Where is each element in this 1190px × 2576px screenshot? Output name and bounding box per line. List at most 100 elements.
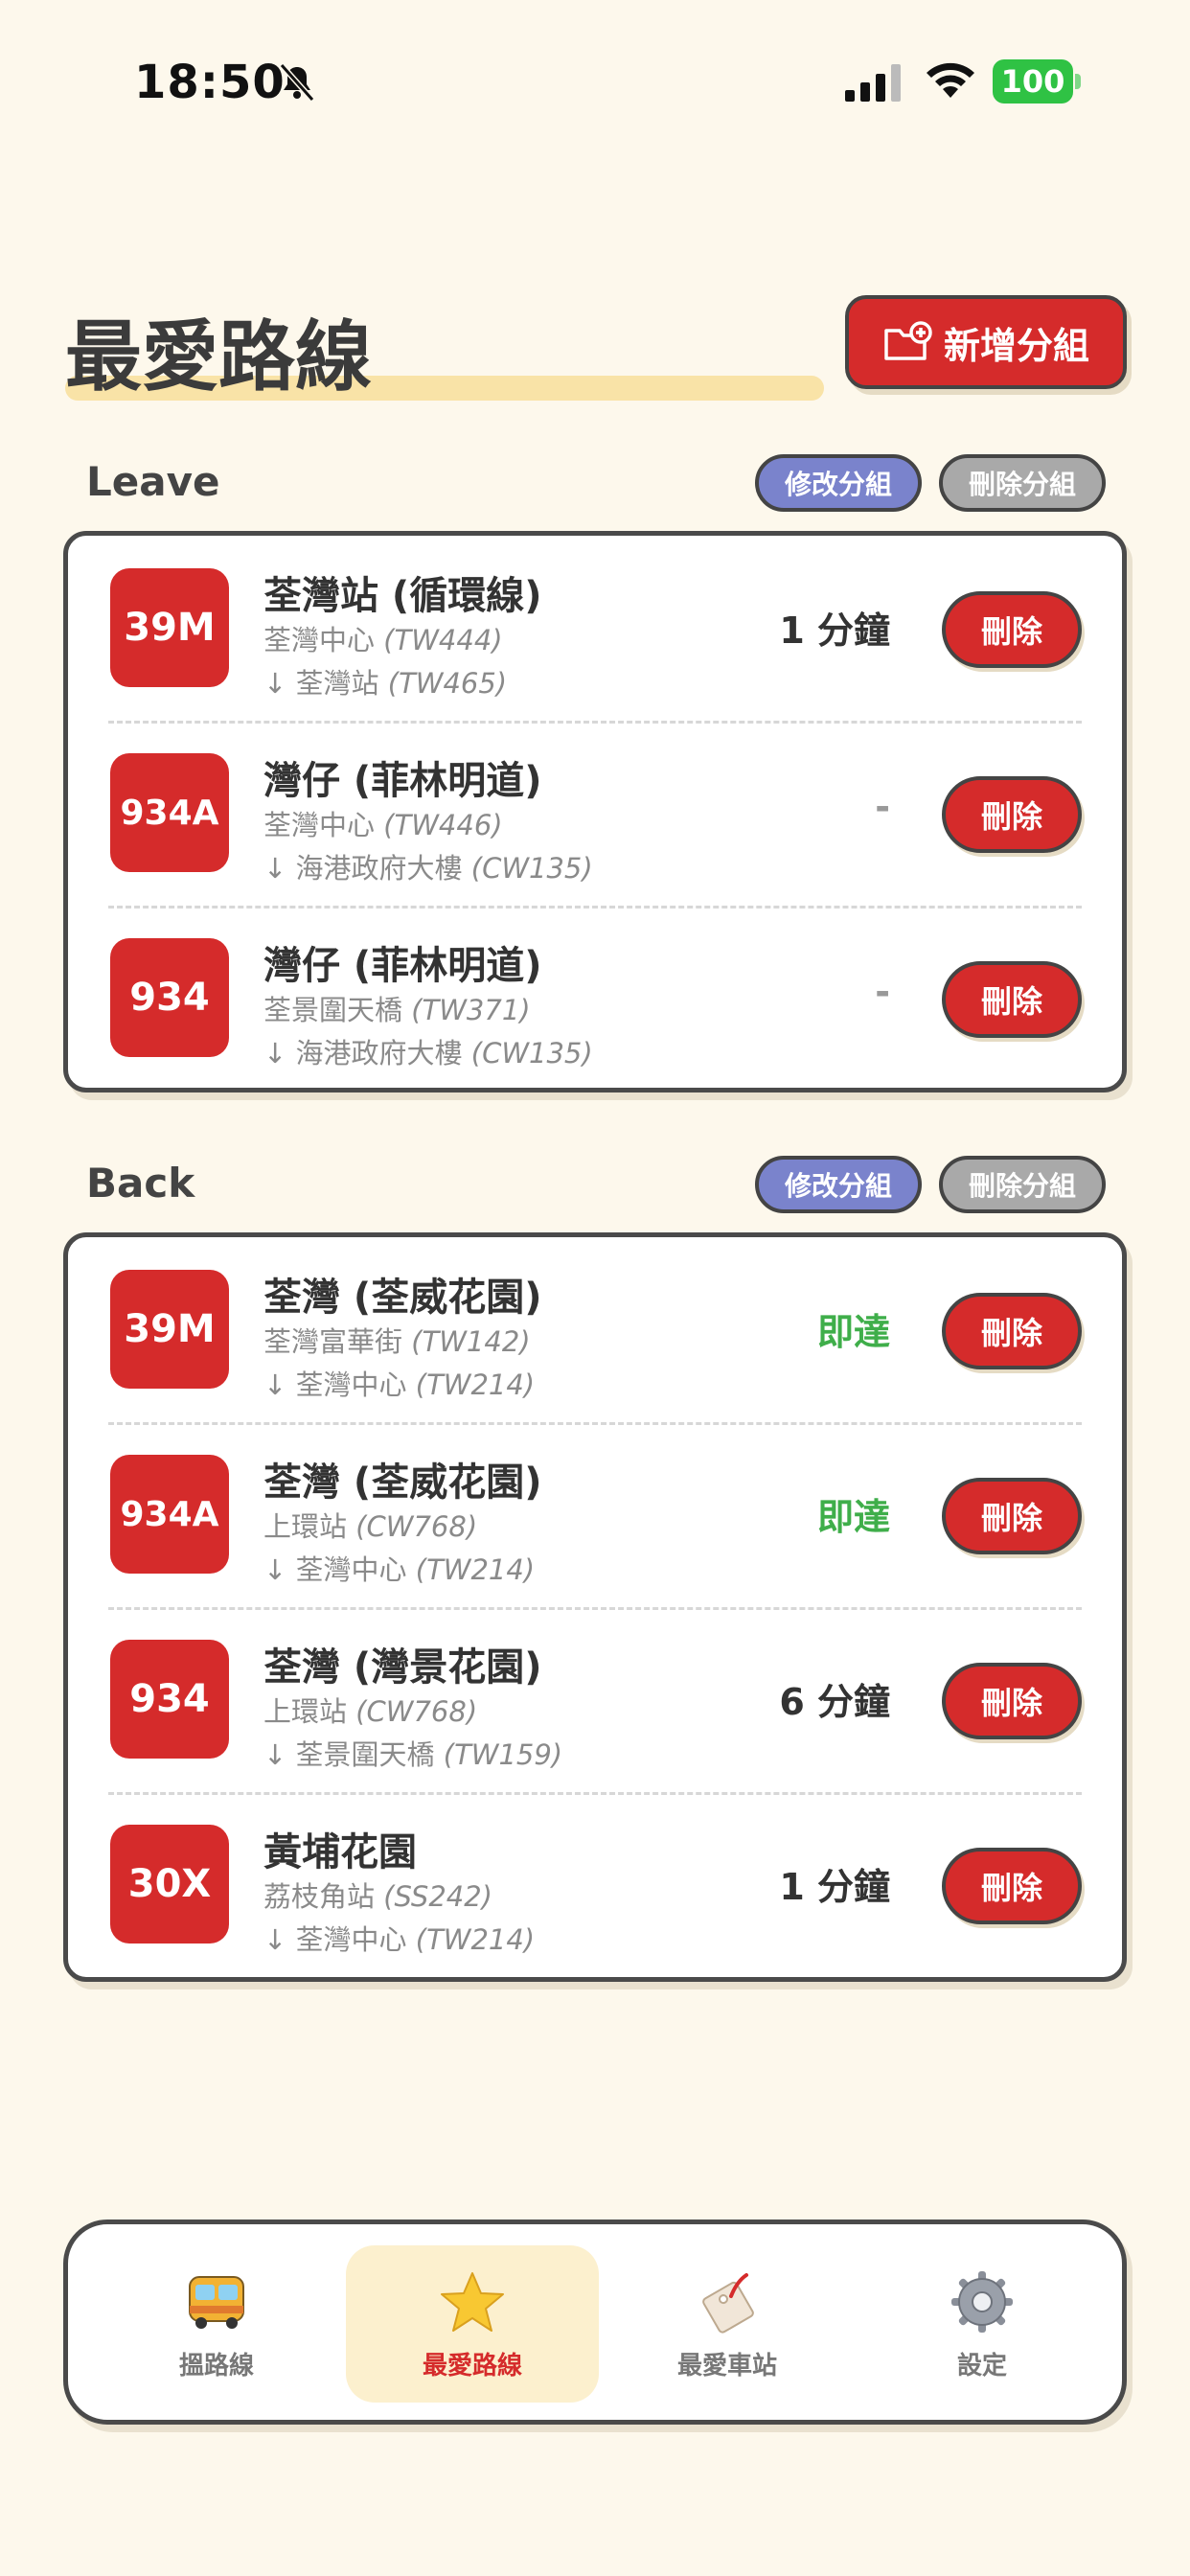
edit-group-button[interactable]: 修改分組 bbox=[755, 454, 922, 512]
tab-label: 設定 bbox=[956, 2351, 1007, 2380]
favorite-routes-screen: 18:50 100 最愛路線 新增分組 Leave 修改分組 刪除分組 39M … bbox=[0, 0, 1190, 2576]
destination-stop-name: ↓ 荃景圍天橋 bbox=[263, 1738, 435, 1771]
delete-route-button[interactable]: 刪除 bbox=[942, 776, 1082, 853]
origin-stop: 上環站 (CW768) bbox=[263, 1690, 477, 1730]
group-header-back: Back 修改分組 刪除分組 bbox=[0, 1156, 1190, 1213]
bottom-tab-bar: 搵路線 最愛路線 最愛車站 設定 bbox=[63, 2220, 1127, 2425]
gear-icon bbox=[951, 2270, 1013, 2333]
destination-stop-code: (TW214) bbox=[415, 1553, 536, 1586]
origin-stop-code: (TW371) bbox=[411, 994, 531, 1026]
route-destination: 灣仔 (菲林明道) bbox=[263, 759, 542, 803]
destination-stop: ↓ 海港政府大樓 (CW135) bbox=[263, 1031, 593, 1071]
eta-label: 即達 bbox=[816, 1496, 890, 1538]
delete-route-button[interactable]: 刪除 bbox=[942, 1293, 1082, 1369]
origin-stop-name: 上環站 bbox=[263, 1510, 348, 1543]
destination-stop-name: ↓ 荃灣中心 bbox=[263, 1923, 407, 1956]
origin-stop-name: 荃灣中心 bbox=[263, 624, 376, 656]
status-time: 18:50 bbox=[134, 56, 286, 109]
destination-stop-code: (CW135) bbox=[470, 852, 593, 885]
destination-stop: ↓ 荃灣中心 (TW214) bbox=[263, 1918, 535, 1958]
delete-route-button[interactable]: 刪除 bbox=[942, 1663, 1082, 1739]
star-icon bbox=[441, 2271, 504, 2332]
route-row[interactable]: 934 灣仔 (菲林明道) 荃景圍天橋 (TW371) ↓ 海港政府大樓 (CW… bbox=[68, 906, 1122, 1091]
destination-stop-name: ↓ 荃灣站 bbox=[263, 667, 379, 700]
route-number-badge: 30X bbox=[110, 1825, 229, 1944]
battery-indicator: 100 bbox=[993, 59, 1081, 104]
route-row[interactable]: 30X 黃埔花園 荔枝角站 (SS242) ↓ 荃灣中心 (TW214) 1 分… bbox=[68, 1792, 1122, 1977]
route-destination: 荃灣 (荃威花園) bbox=[263, 1276, 542, 1320]
eta-label: 即達 bbox=[816, 1311, 890, 1353]
route-row[interactable]: 934 荃灣 (灣景花園) 上環站 (CW768) ↓ 荃景圍天橋 (TW159… bbox=[68, 1607, 1122, 1792]
delete-route-button[interactable]: 刪除 bbox=[942, 961, 1082, 1038]
route-row[interactable]: 39M 荃灣 (荃威花園) 荃灣富華街 (TW142) ↓ 荃灣中心 (TW21… bbox=[68, 1237, 1122, 1422]
origin-stop: 荔枝角站 (SS242) bbox=[263, 1874, 492, 1915]
group-card-back: 39M 荃灣 (荃威花園) 荃灣富華街 (TW142) ↓ 荃灣中心 (TW21… bbox=[63, 1232, 1127, 1982]
route-destination: 荃灣站 (循環線) bbox=[263, 574, 542, 618]
bus-icon bbox=[189, 2275, 244, 2329]
tab-favorite-stops[interactable]: 最愛車站 bbox=[601, 2245, 854, 2403]
origin-stop: 荃景圍天橋 (TW371) bbox=[263, 988, 531, 1028]
destination-stop-name: ↓ 海港政府大樓 bbox=[263, 1037, 463, 1070]
origin-stop: 荃灣富華街 (TW142) bbox=[263, 1320, 531, 1360]
origin-stop-name: 荃灣中心 bbox=[263, 809, 376, 841]
tab-search-route[interactable]: 搵路線 bbox=[90, 2245, 343, 2403]
destination-stop-code: (TW214) bbox=[415, 1923, 536, 1956]
destination-stop-code: (CW135) bbox=[470, 1037, 593, 1070]
route-number-badge: 934A bbox=[110, 1455, 229, 1574]
route-destination: 荃灣 (灣景花園) bbox=[263, 1645, 542, 1690]
group-name: Back bbox=[86, 1160, 195, 1207]
origin-stop: 荃灣中心 (TW446) bbox=[263, 803, 503, 843]
route-number-badge: 934 bbox=[110, 938, 229, 1057]
destination-stop-name: ↓ 荃灣中心 bbox=[263, 1553, 407, 1586]
route-destination: 荃灣 (荃威花園) bbox=[263, 1460, 542, 1505]
origin-stop-code: (TW444) bbox=[383, 624, 503, 656]
route-row[interactable]: 934A 灣仔 (菲林明道) 荃灣中心 (TW446) ↓ 海港政府大樓 (CW… bbox=[68, 721, 1122, 906]
destination-stop-code: (TW214) bbox=[415, 1368, 536, 1401]
route-number-badge: 39M bbox=[110, 568, 229, 687]
eta-label: - bbox=[875, 786, 890, 828]
origin-stop-name: 荃景圍天橋 bbox=[263, 994, 403, 1026]
delete-route-button[interactable]: 刪除 bbox=[942, 1478, 1082, 1554]
tab-favorite-routes[interactable]: 最愛路線 bbox=[346, 2245, 599, 2403]
destination-stop-name: ↓ 海港政府大樓 bbox=[263, 852, 463, 885]
route-row[interactable]: 39M 荃灣站 (循環線) 荃灣中心 (TW444) ↓ 荃灣站 (TW465)… bbox=[68, 536, 1122, 721]
group-header-leave: Leave 修改分組 刪除分組 bbox=[0, 454, 1190, 512]
group-card-leave: 39M 荃灣站 (循環線) 荃灣中心 (TW444) ↓ 荃灣站 (TW465)… bbox=[63, 531, 1127, 1092]
add-group-button[interactable]: 新增分組 bbox=[845, 295, 1127, 389]
bus-stop-tag-icon bbox=[702, 2272, 754, 2334]
bell-muted-icon bbox=[279, 63, 315, 102]
destination-stop-code: (TW465) bbox=[387, 667, 508, 700]
origin-stop: 上環站 (CW768) bbox=[263, 1505, 477, 1545]
origin-stop-code: (CW768) bbox=[355, 1510, 478, 1543]
tab-label: 最愛車站 bbox=[676, 2351, 777, 2380]
route-number-badge: 934 bbox=[110, 1640, 229, 1759]
eta-label: 6 分鐘 bbox=[779, 1681, 890, 1723]
eta-label: 1 分鐘 bbox=[779, 610, 890, 652]
delete-route-button[interactable]: 刪除 bbox=[942, 591, 1082, 668]
eta-label: - bbox=[875, 971, 890, 1013]
route-number-badge: 934A bbox=[110, 753, 229, 872]
tab-label: 搵路線 bbox=[178, 2351, 254, 2380]
delete-group-button[interactable]: 刪除分組 bbox=[939, 1156, 1106, 1213]
destination-stop: ↓ 海港政府大樓 (CW135) bbox=[263, 846, 593, 886]
route-destination: 黃埔花園 bbox=[263, 1830, 417, 1874]
page-title: 最愛路線 bbox=[65, 312, 372, 402]
edit-group-button[interactable]: 修改分組 bbox=[755, 1156, 922, 1213]
tab-settings[interactable]: 設定 bbox=[856, 2245, 1109, 2403]
origin-stop-name: 荔枝角站 bbox=[263, 1880, 376, 1913]
origin-stop-name: 荃灣富華街 bbox=[263, 1325, 403, 1358]
origin-stop-code: (TW446) bbox=[383, 809, 503, 841]
destination-stop: ↓ 荃灣中心 (TW214) bbox=[263, 1363, 535, 1403]
add-group-label: 新增分組 bbox=[943, 324, 1089, 367]
origin-stop-code: (CW768) bbox=[355, 1695, 478, 1728]
folder-add-icon bbox=[884, 321, 932, 360]
delete-route-button[interactable]: 刪除 bbox=[942, 1848, 1082, 1924]
delete-group-button[interactable]: 刪除分組 bbox=[939, 454, 1106, 512]
eta-label: 1 分鐘 bbox=[779, 1866, 890, 1908]
wifi-icon bbox=[927, 62, 974, 98]
destination-stop-name: ↓ 荃灣中心 bbox=[263, 1368, 407, 1401]
cellular-signal-icon bbox=[845, 64, 901, 102]
origin-stop-code: (TW142) bbox=[411, 1325, 531, 1358]
status-bar: 18:50 100 bbox=[0, 48, 1190, 117]
route-row[interactable]: 934A 荃灣 (荃威花園) 上環站 (CW768) ↓ 荃灣中心 (TW214… bbox=[68, 1422, 1122, 1607]
